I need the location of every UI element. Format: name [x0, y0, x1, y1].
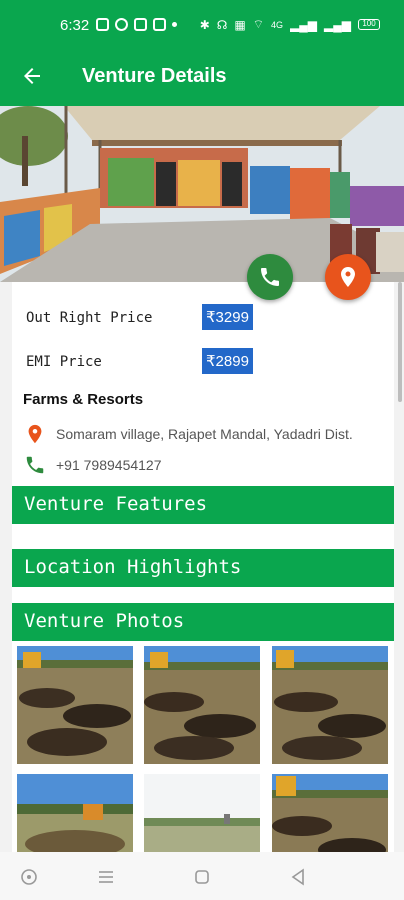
- app-bar: Venture Details: [0, 54, 404, 106]
- venture-photos-header[interactable]: Venture Photos: [12, 603, 394, 641]
- outright-price-value: ₹3299: [202, 304, 253, 330]
- arrow-back-icon[interactable]: [20, 64, 44, 88]
- call-button[interactable]: [247, 254, 293, 300]
- venture-photo[interactable]: [17, 646, 133, 764]
- emi-price-value: ₹2899: [202, 348, 253, 374]
- phone-icon: [26, 456, 44, 474]
- notification-icon: [96, 18, 109, 31]
- address-text: Somaram village, Rajapet Mandal, Yadadri…: [56, 426, 353, 442]
- notification-icon: [153, 18, 166, 31]
- status-right: ✱ ☊ ▦ ⌔ 4G ▂▄▆ ▂▄▆ 100: [200, 17, 380, 32]
- network-type: 4G: [271, 19, 284, 30]
- venture-photo[interactable]: [144, 646, 260, 764]
- battery-icon: 100: [358, 19, 380, 30]
- outright-price-label: Out Right Price: [26, 310, 153, 326]
- venture-photo[interactable]: [272, 646, 388, 764]
- wifi-icon: ⌔: [252, 17, 265, 31]
- bluetooth-icon: ✱: [199, 17, 210, 32]
- recent-apps-icon[interactable]: [18, 866, 40, 888]
- network-speed-icon: ▦: [234, 17, 246, 32]
- address-row[interactable]: Somaram village, Rajapet Mandal, Yadadri…: [24, 422, 353, 446]
- status-bar: 6:32 ✱ ☊ ▦ ⌔ 4G ▂▄▆ ▂▄▆ 100: [0, 0, 404, 54]
- signal-icon: ▂▄▆: [290, 17, 318, 32]
- scrollbar[interactable]: [398, 282, 402, 402]
- home-icon[interactable]: [191, 866, 213, 888]
- menu-icon[interactable]: [95, 866, 117, 888]
- location-highlights-header[interactable]: Location Highlights: [12, 549, 394, 587]
- phone-icon: [261, 268, 279, 286]
- status-time: 6:32: [60, 17, 90, 34]
- directions-button[interactable]: [325, 254, 371, 300]
- back-triangle-icon[interactable]: [287, 866, 309, 888]
- system-nav-bar: [0, 852, 404, 900]
- venture-category: Farms & Resorts: [23, 391, 144, 408]
- location-pin-icon: [341, 267, 355, 287]
- more-notifications-icon: [172, 22, 177, 27]
- notification-icon: [115, 18, 128, 31]
- location-pin-icon: [28, 424, 42, 444]
- notification-icon: [134, 18, 147, 31]
- phone-row[interactable]: +91 7989454127: [24, 454, 162, 476]
- venture-details-card: Out Right Price ₹3299 EMI Price ₹2899 Fa…: [12, 282, 394, 892]
- emi-price-label: EMI Price: [26, 354, 102, 370]
- notification-icons: [96, 18, 177, 31]
- signal-icon: ▂▄▆: [324, 17, 351, 32]
- battery-level: 100: [362, 19, 376, 28]
- page-title: Venture Details: [82, 65, 227, 87]
- headset-icon: ☊: [216, 17, 228, 32]
- venture-features-header[interactable]: Venture Features: [12, 486, 394, 524]
- phone-text: +91 7989454127: [56, 457, 162, 473]
